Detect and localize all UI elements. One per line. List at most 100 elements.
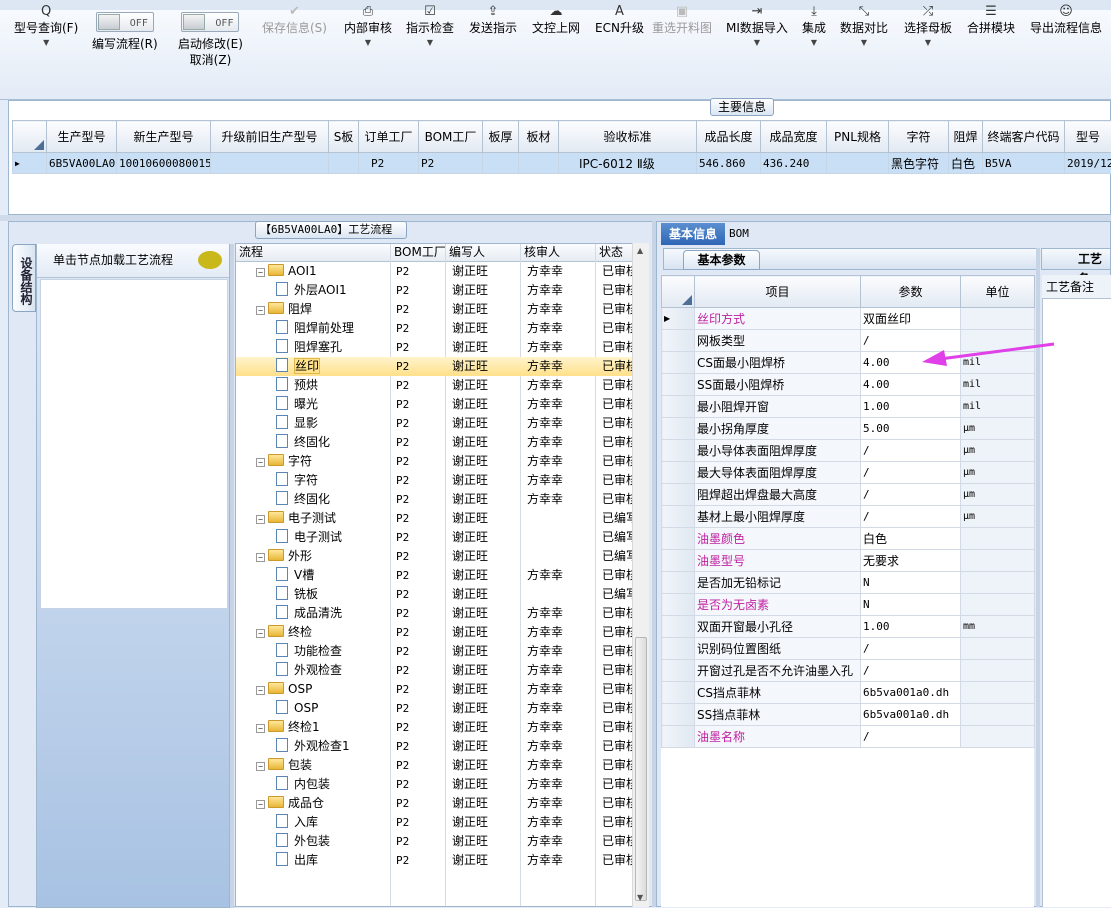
export-flow-info-button[interactable]: ☺ 导出流程信息 <box>1030 4 1102 36</box>
tree-node-label[interactable]: OSP <box>294 701 318 715</box>
tree-row[interactable]: 终固化P2谢正旺方幸幸已审核 <box>236 433 636 452</box>
data-compare-button[interactable]: ⤡ 数据对比 ▼ <box>840 4 888 50</box>
tree-row[interactable]: 外包装P2谢正旺方幸幸已审核 <box>236 832 636 851</box>
left-splitter[interactable] <box>230 244 234 908</box>
instruction-check-button[interactable]: ☑ 指示检查 ▼ <box>406 4 454 50</box>
tree-row[interactable]: 曝光P2谢正旺方幸幸已审核 <box>236 395 636 414</box>
tree-row[interactable]: −终检P2谢正旺方幸幸已审核 <box>236 623 636 642</box>
param-value[interactable]: 4.00 <box>861 352 961 374</box>
param-row[interactable]: SS挡点菲林6b5va001a0.dh <box>662 704 1035 726</box>
tree-row[interactable]: 丝印P2谢正旺方幸幸已审核 <box>236 357 636 376</box>
param-col-header[interactable]: 项目 <box>695 276 861 308</box>
subtab-basic-params[interactable]: 基本参数 <box>683 250 760 270</box>
param-value[interactable]: / <box>861 506 961 528</box>
param-value[interactable]: / <box>861 440 961 462</box>
collapse-icon[interactable]: − <box>256 686 265 695</box>
tree-node-label[interactable]: 阻焊 <box>288 302 312 316</box>
param-row[interactable]: 油墨颜色白色 <box>662 528 1035 550</box>
collapse-icon[interactable]: − <box>256 629 265 638</box>
tree-node-label[interactable]: 字符 <box>288 454 312 468</box>
tree-row[interactable]: 出库P2谢正旺方幸幸已审核 <box>236 851 636 870</box>
param-value[interactable]: / <box>861 484 961 506</box>
tree-row[interactable]: −OSPP2谢正旺方幸幸已审核 <box>236 680 636 699</box>
tree-row[interactable]: 阻焊塞孔P2谢正旺方幸幸已审核 <box>236 338 636 357</box>
collapse-icon[interactable]: − <box>256 724 265 733</box>
tree-node-label[interactable]: 预烘 <box>294 378 318 392</box>
grid-corner[interactable] <box>13 121 47 153</box>
tree-node-label[interactable]: 功能检查 <box>294 644 342 658</box>
tree-row[interactable]: 阻焊前处理P2谢正旺方幸幸已审核 <box>236 319 636 338</box>
tree-row[interactable]: 外观检查1P2谢正旺方幸幸已审核 <box>236 737 636 756</box>
cancel-edit-label[interactable]: 取消(Z) <box>178 52 243 68</box>
tree-row[interactable]: −阻焊P2谢正旺方幸幸已审核 <box>236 300 636 319</box>
col-header[interactable]: 成品长度 <box>697 121 761 153</box>
col-header[interactable]: 板材 <box>519 121 559 153</box>
tree-row[interactable]: V槽P2谢正旺方幸幸已审核 <box>236 566 636 585</box>
cell[interactable] <box>211 153 329 174</box>
collapse-icon[interactable]: − <box>256 515 265 524</box>
col-header[interactable]: 板厚 <box>483 121 519 153</box>
reselect-cutting-chart-button[interactable]: ▣ 重选开料图 <box>652 4 712 36</box>
tree-row[interactable]: 内包装P2谢正旺方幸幸已审核 <box>236 775 636 794</box>
param-row[interactable]: 是否加无铅标记N <box>662 572 1035 594</box>
tree-row[interactable]: 铣板P2谢正旺已编写 <box>236 585 636 604</box>
select-master-board-button[interactable]: ⤮ 选择母板 ▼ <box>904 4 952 50</box>
tree-node-label[interactable]: 内包装 <box>294 777 330 791</box>
tree-row[interactable]: −包装P2谢正旺方幸幸已审核 <box>236 756 636 775</box>
collapse-icon[interactable]: − <box>256 553 265 562</box>
tree-node-label[interactable]: 终检1 <box>288 720 320 734</box>
param-row[interactable]: 最大导体表面阻焊厚度/μm <box>662 462 1035 484</box>
param-value[interactable]: 无要求 <box>861 550 961 572</box>
tree-node-label[interactable]: 阻焊前处理 <box>294 321 354 335</box>
scroll-up-icon[interactable]: ▲ <box>637 246 643 255</box>
collapse-icon[interactable]: − <box>256 458 265 467</box>
node-list[interactable] <box>40 279 228 609</box>
collapse-icon[interactable]: − <box>256 762 265 771</box>
col-header[interactable]: 型号 <box>1065 121 1111 153</box>
tree-node-label[interactable]: 终固化 <box>294 492 330 506</box>
cell[interactable]: 546.860 <box>697 153 761 174</box>
collapse-icon[interactable]: − <box>256 306 265 315</box>
param-row[interactable]: 阻焊超出焊盘最大高度/μm <box>662 484 1035 506</box>
integrate-button[interactable]: ⤓ 集成 ▼ <box>802 4 826 50</box>
tree-row[interactable]: 字符P2谢正旺方幸幸已审核 <box>236 471 636 490</box>
tree-node-label[interactable]: 外观检查 <box>294 663 342 677</box>
param-value[interactable]: 双面丝印 <box>861 308 961 330</box>
cell[interactable]: P2 <box>359 153 419 174</box>
tree-row[interactable]: 显影P2谢正旺方幸幸已审核 <box>236 414 636 433</box>
param-row[interactable]: 双面开窗最小孔径1.00mm <box>662 616 1035 638</box>
param-row[interactable]: SS面最小阻焊桥4.00mil <box>662 374 1035 396</box>
tree-node-label[interactable]: OSP <box>288 682 312 696</box>
col-header[interactable]: 终端客户代码 <box>983 121 1065 153</box>
param-row[interactable]: 最小导体表面阻焊厚度/μm <box>662 440 1035 462</box>
param-value[interactable]: / <box>861 462 961 484</box>
cell[interactable] <box>519 153 559 174</box>
tree-node-label[interactable]: 外形 <box>288 549 312 563</box>
param-row[interactable]: 是否为无卤素N <box>662 594 1035 616</box>
merge-module-button[interactable]: ☰ 合拼模块 <box>967 4 1015 36</box>
tree-col-header[interactable]: 状态 <box>596 244 636 262</box>
tree-row[interactable]: 入库P2谢正旺方幸幸已审核 <box>236 813 636 832</box>
write-flow-toggle[interactable]: OFF 编写流程(R) <box>92 12 158 52</box>
tree-row[interactable]: −终检1P2谢正旺方幸幸已审核 <box>236 718 636 737</box>
param-row[interactable]: 最小阻焊开窗1.00mil <box>662 396 1035 418</box>
cell[interactable] <box>483 153 519 174</box>
param-value[interactable]: 6b5va001a0.dh <box>861 704 961 726</box>
tree-node-label[interactable]: 成品清洗 <box>294 606 342 620</box>
collapse-icon[interactable]: − <box>256 800 265 809</box>
internal-review-button[interactable]: ⎙ 内部审核 ▼ <box>344 4 392 50</box>
tree-node-label[interactable]: AOI1 <box>288 264 317 278</box>
tree-node-label[interactable]: 外包装 <box>294 834 330 848</box>
col-header[interactable]: 升级前旧生产型号 <box>211 121 329 153</box>
model-query-button[interactable]: Q 型号查询(F) ▼ <box>14 4 78 50</box>
tree-row[interactable]: 电子测试P2谢正旺已编写 <box>236 528 636 547</box>
param-row[interactable]: 油墨型号无要求 <box>662 550 1035 572</box>
param-row[interactable]: 基材上最小阻焊厚度/μm <box>662 506 1035 528</box>
cell[interactable]: B5VA <box>983 153 1065 174</box>
cell[interactable]: 6B5VA00LA0 <box>47 153 117 174</box>
doc-control-online-button[interactable]: ☁ 文控上网 <box>532 4 580 36</box>
table-row[interactable]: ▶ 6B5VA00LA0 10010600080015 P2 P2 IPC-60… <box>13 153 1111 174</box>
cell[interactable] <box>827 153 889 174</box>
tree-row[interactable]: 终固化P2谢正旺方幸幸已审核 <box>236 490 636 509</box>
cell[interactable]: IPC-6012 Ⅱ级 <box>559 153 697 174</box>
